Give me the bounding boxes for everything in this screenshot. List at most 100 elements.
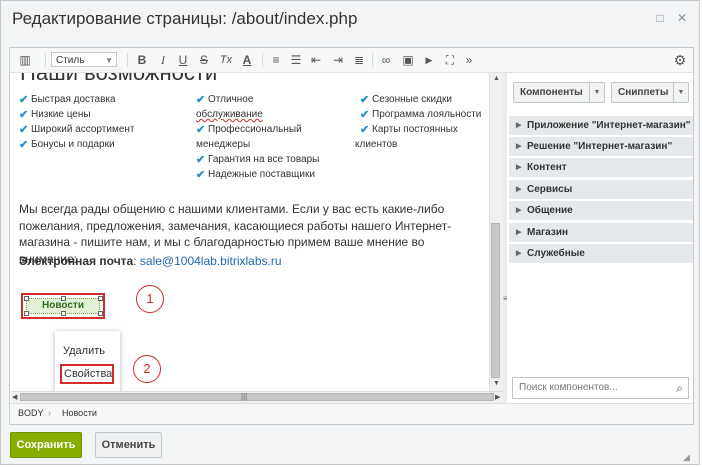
list-item: ✔ Гарантия на все товары (196, 154, 320, 166)
delete-menu-item[interactable]: Удалить (63, 345, 105, 357)
video-icon[interactable]: ▶ (421, 52, 437, 68)
list-item-continuation: клиентов (355, 139, 398, 150)
check-icon: ✔ (196, 154, 206, 166)
style-select-label: Стиль (56, 55, 85, 66)
breadcrumb-news[interactable]: Новости (62, 404, 97, 423)
callout-2: 2 (133, 355, 161, 383)
check-icon: ✔ (19, 124, 29, 136)
list-item: ✔ Бонусы и подарки (19, 139, 115, 151)
more-icon[interactable]: » (462, 52, 476, 68)
resize-handle[interactable] (98, 296, 103, 301)
list-item: ✔ Отличное (196, 94, 254, 106)
scroll-right-icon[interactable]: ▶ (495, 393, 500, 401)
toolbar-separator (45, 53, 46, 67)
indent-icon[interactable]: ⇥ (330, 52, 346, 68)
list-item: ✔ Программа лояльности (360, 109, 482, 121)
chevron-right-icon: ▶ (516, 250, 522, 257)
chevron-right-icon: ▶ (516, 122, 522, 129)
scroll-left-icon[interactable]: ◀ (12, 393, 17, 401)
gear-icon[interactable]: ⚙ (672, 52, 688, 68)
image-icon[interactable]: ▣ (400, 52, 416, 68)
chevron-right-icon: ▶ (516, 186, 522, 193)
link-icon[interactable]: ∞ (378, 52, 394, 68)
email-link[interactable]: sale@1004lab.bitrixlabs.ru (140, 254, 282, 268)
properties-menu-item[interactable]: Свойства (60, 364, 114, 384)
chevron-right-icon: ▶ (516, 143, 522, 150)
scroll-down-icon[interactable]: ▼ (493, 380, 500, 387)
vertical-scroll-thumb[interactable] (491, 223, 500, 378)
resize-handle[interactable] (61, 311, 66, 316)
list-item: ✔ Карты постоянных (360, 124, 458, 136)
page-heading: Наши возможности (20, 73, 217, 86)
resize-handle[interactable] (24, 311, 29, 316)
close-icon[interactable]: ✕ (674, 10, 690, 26)
components-tab-button[interactable]: Компоненты ▼ (513, 82, 605, 103)
underline-button[interactable]: U (175, 52, 191, 68)
check-icon: ✔ (360, 124, 370, 136)
scroll-up-icon[interactable]: ▲ (493, 75, 500, 82)
news-component-highlight[interactable]: Новости (21, 293, 105, 319)
align-icon[interactable]: ≣ (351, 52, 367, 68)
resize-handle[interactable] (98, 311, 103, 316)
panel-item-solution-shop[interactable]: ▶ Решение "Интернет-магазин" (509, 137, 693, 157)
check-icon: ✔ (19, 109, 29, 121)
check-icon: ✔ (360, 109, 370, 121)
editor-statusbar: BODY › Новости (10, 403, 693, 424)
fullscreen-icon[interactable]: ⛶ (442, 52, 458, 68)
email-label: Электронная почта (19, 254, 134, 268)
snippets-tab-button[interactable]: Сниппеты ▼ (611, 82, 689, 103)
panel-item-communication[interactable]: ▶ Общение (509, 201, 693, 221)
panel-item-service[interactable]: ▶ Служебные (509, 244, 693, 264)
chevron-down-icon[interactable]: ▼ (673, 83, 688, 102)
resize-grip-icon[interactable]: ◢ (683, 452, 690, 463)
maximize-icon[interactable]: □ (652, 10, 668, 26)
outdent-icon[interactable]: ⇤ (308, 52, 324, 68)
check-icon: ✔ (196, 124, 206, 136)
save-button[interactable]: Сохранить (10, 432, 82, 458)
component-search-input[interactable]: Поиск компонентов... ⌕ (512, 377, 689, 399)
check-icon: ✔ (196, 94, 206, 106)
list-item: ✔ Сезонные скидки (360, 94, 452, 106)
style-select[interactable]: Стиль ▼ (51, 52, 117, 67)
clear-format-button[interactable]: Tx (217, 52, 235, 68)
panel-item-content[interactable]: ▶ Контент (509, 158, 693, 178)
check-icon: ✔ (360, 94, 370, 106)
chevron-down-icon[interactable]: ▼ (589, 83, 604, 102)
list-item: ✔ Быстрая доставка (19, 94, 116, 106)
chevron-down-icon: ▼ (105, 56, 113, 65)
toolbar-separator (127, 53, 128, 67)
context-menu: Удалить Свойства (55, 331, 120, 395)
resize-handle[interactable] (24, 296, 29, 301)
view-mode-icon[interactable]: ▥ (14, 52, 36, 68)
list-item-continuation: обслуживание (196, 109, 263, 120)
panel-item-app-shop[interactable]: ▶ Приложение "Интернет-магазин" (509, 116, 693, 136)
check-icon: ✔ (196, 169, 206, 181)
ordered-list-icon[interactable]: ≡ (268, 52, 284, 68)
toolbar-separator (262, 53, 263, 67)
dialog-title: Редактирование страницы: /about/index.ph… (12, 9, 358, 28)
strikethrough-button[interactable]: S (196, 52, 212, 68)
unordered-list-icon[interactable]: ☰ (288, 52, 304, 68)
chevron-right-icon: ▶ (516, 207, 522, 214)
breadcrumb-separator: › (48, 408, 51, 418)
breadcrumb-body[interactable]: BODY (18, 404, 44, 423)
panel-item-services[interactable]: ▶ Сервисы (509, 180, 693, 200)
italic-button[interactable]: I (155, 52, 171, 68)
scroll-grip-icon: ||| (241, 392, 248, 401)
panel-item-shop[interactable]: ▶ Магазин (509, 223, 693, 243)
search-icon[interactable]: ⌕ (676, 378, 683, 398)
font-color-button[interactable]: A (239, 52, 255, 68)
email-line: Электронная почта: sale@1004lab.bitrixla… (19, 254, 282, 268)
resize-handle[interactable] (61, 296, 66, 301)
list-item: ✔ Профессиональный (196, 124, 302, 136)
callout-1: 1 (136, 285, 164, 313)
list-item: ✔ Низкие цены (19, 109, 91, 121)
list-item-continuation: менеджеры (196, 139, 251, 150)
check-icon: ✔ (19, 94, 29, 106)
horizontal-scroll-thumb[interactable] (20, 393, 494, 401)
cancel-button[interactable]: Отменить (95, 432, 162, 458)
bold-button[interactable]: B (134, 52, 150, 68)
list-item: ✔ Надежные поставщики (196, 169, 315, 181)
toolbar-separator (372, 53, 373, 67)
chevron-right-icon: ▶ (516, 164, 522, 171)
